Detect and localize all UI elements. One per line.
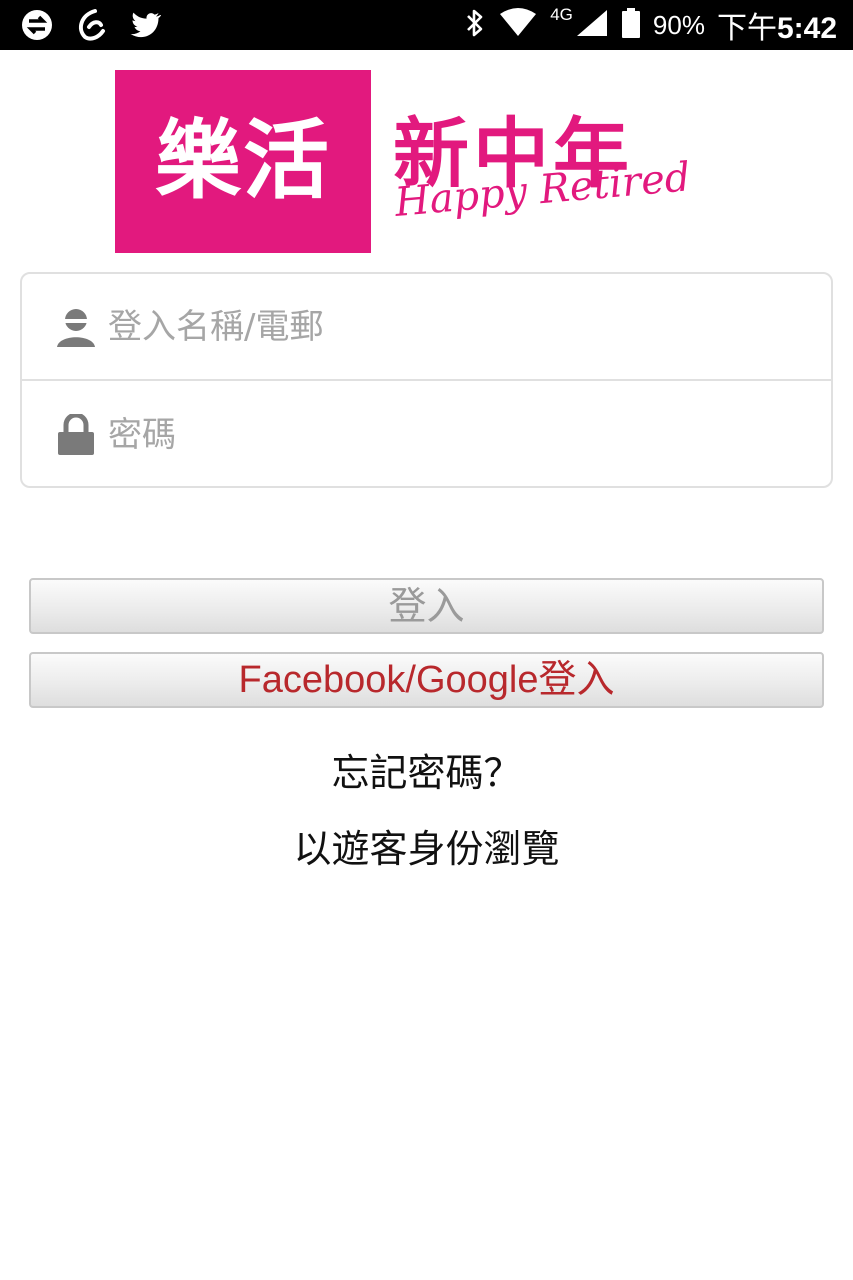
logo-box-text: 樂活 xyxy=(155,111,331,211)
login-form xyxy=(20,272,833,488)
status-bar: 4G 90% 下午5:42 xyxy=(0,0,853,50)
logo-box: 樂活 xyxy=(115,70,371,253)
battery-percent: 90% xyxy=(652,9,705,40)
twitter-icon xyxy=(126,7,164,43)
clock-period: 下午 xyxy=(716,12,777,45)
clock-time: 5:42 xyxy=(776,12,837,45)
signal-icon xyxy=(575,8,609,42)
guest-browse-link[interactable]: 以遊客身份瀏覽 xyxy=(0,818,853,873)
username-input[interactable] xyxy=(108,274,808,379)
system-indicators: 4G 90% 下午5:42 xyxy=(464,0,837,50)
swirl-app-icon xyxy=(72,7,110,43)
network-type-label: 4G xyxy=(550,5,573,24)
social-login-button[interactable]: Facebook/Google登入 xyxy=(29,652,824,708)
wifi-icon xyxy=(498,8,538,42)
password-input[interactable] xyxy=(108,381,808,488)
notification-icons xyxy=(18,7,164,43)
bluetooth-icon xyxy=(464,8,486,42)
username-field xyxy=(22,274,831,381)
clock: 下午5:42 xyxy=(717,3,837,47)
app-logo: 樂活 新中年 Happy Retired xyxy=(115,70,715,253)
lock-icon xyxy=(56,412,96,456)
sync-icon xyxy=(18,7,56,43)
battery-icon xyxy=(621,7,641,43)
forgot-password-link[interactable]: 忘記密碼？ xyxy=(0,742,853,797)
password-field xyxy=(22,381,831,488)
user-icon xyxy=(56,306,96,348)
login-button[interactable]: 登入 xyxy=(29,578,824,634)
